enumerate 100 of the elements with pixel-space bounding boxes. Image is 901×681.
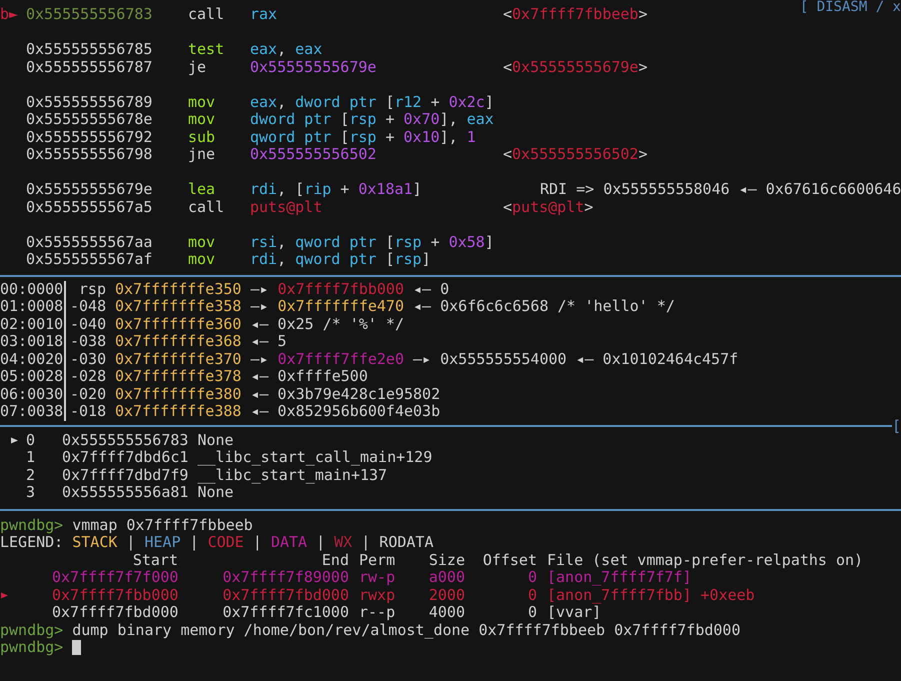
legend-text: DATA [270,534,308,552]
command-text: dump binary memory /home/bon/rev/almost_done 0x7ffff7fbbeeb 0x7ffff7fbd000 [72,622,740,639]
stack-value: 0x7fffffffe360 [115,316,242,333]
stack-value: 0x7ffff7ffe2e0 [278,350,404,368]
annotation-text: > [638,146,648,164]
operand-text: rsi [250,234,278,251]
map-size: 2000 [428,586,465,604]
stack-offset: 03:0018 [0,333,64,350]
stack-value: 0x7fffffffe358 [115,298,242,316]
instruction-address: 0x5555555567af [26,251,154,268]
operand-text: , [277,94,288,111]
column-header: Start [132,552,178,569]
annotation-text: puts@plt [512,198,584,216]
operand-text: 0x58 [448,234,485,251]
frame-index: 0 [26,432,36,449]
map-perm: r--p [358,604,396,622]
annotation-text: 0x7ffff7fbbeeb [512,6,638,24]
operand-text: [ [339,128,350,146]
frame-offset: -038 [70,333,106,350]
prompt: pwndbg> [0,639,64,656]
stack-value: —▸ 0x555555554000 ◂— 0x10102464c457f [412,350,738,368]
operand-text: 1 [466,128,476,146]
frame-offset: rsp [78,280,106,298]
annotation-text: 0x55555555679e [512,58,638,76]
frame-address: 0x555555556a81 [62,484,188,502]
operand-text: 0x2c [448,94,485,111]
operand-text: [ [384,251,394,268]
frame-index: 2 [26,466,36,484]
operand-text: , [277,234,288,251]
frame-address: 0x555555556783 [62,432,188,449]
map-offset: 0 [526,586,537,604]
operand-text: , [277,251,288,268]
legend-text: | [125,534,136,552]
column-header: File (set vmmap-prefer-relpaths on) [546,552,864,569]
mnemonic: je [188,58,208,76]
frame-offset: -028 [70,368,106,386]
stack-value: ◂— 0x25 /* '%' */ [249,316,404,333]
prompt: pwndbg> [0,622,64,639]
legend-text: | RODATA [360,534,434,552]
frame-offset: -048 [70,298,106,316]
map-file: [anon_7ffff7f7f] [546,569,692,586]
map-start: 0x7ffff7fbd000 [52,604,178,622]
frame-offset: -020 [70,386,106,403]
instruction-address: 0x555555556789 [26,94,154,111]
mnemonic: mov [188,251,216,268]
stack-offset: 04:0020 [0,350,64,368]
annotation-text: RDI => 0x555555558046 ◂— 0x67616c6600646 [540,181,901,198]
map-end: 0x7ffff7fc1000 [222,604,349,622]
operand-text: 0x555555556502 [250,146,376,164]
legend-text: | [315,534,326,552]
operand-text: rsp [349,111,376,128]
map-size: a000 [428,569,465,586]
frame-symbol: __libc_start_call_main+129 [197,449,432,466]
separator-bracket: [ [892,420,901,430]
instruction-address: 0x5555555567aa [26,234,154,251]
stack-value: 0x7fffffffe350 [115,280,242,298]
operand-text: qword ptr [295,251,376,268]
mnemonic: test [188,41,226,58]
operand-text: , [277,41,288,58]
operand-text: 0x55555555679e [250,58,376,76]
stack-value: 0x7fffffffe370 [115,350,242,368]
operand-text: rip [304,181,332,198]
annotation-text: < [503,6,512,24]
operand-text: [ [384,94,394,111]
stack-value: ◂— 0x3b79e428c1e95802 [249,386,440,403]
map-start: 0x7ffff7f7f000 [52,569,178,586]
text-cursor [72,640,82,656]
instruction-address: 0x555555556783 [26,6,154,24]
operand-text: ] [484,94,494,111]
operand-text: puts@plt [250,198,322,216]
operand-text: ], [440,128,459,146]
stack-value: 0x7fffffffe368 [115,333,242,350]
annotation-text: > [638,58,648,76]
frame-offset: -030 [70,350,106,368]
operand-text: ] [484,234,494,251]
operand-text: rdi [250,181,278,198]
instruction-address: 0x55555555678e [26,111,154,128]
operand-text: ], [440,111,459,128]
map-size: 4000 [428,604,465,622]
stack-value: ◂— 5 [249,333,287,350]
operand-text: rax [250,6,278,24]
mnemonic: sub [188,128,216,146]
frame-address: 0x7ffff7dbd7f9 [62,466,188,484]
operand-text: ] [422,251,431,268]
operand-text: + [384,111,396,128]
stack-value: 0x7fffffffe388 [115,403,242,420]
legend-text: | [252,534,263,552]
mnemonic: mov [188,234,216,251]
operand-text: dword ptr [250,111,332,128]
annotation-text: > [584,198,594,216]
operand-text: eax [250,94,278,111]
instruction-address: 0x555555556798 [26,146,154,164]
annotation-text: < [503,146,512,164]
operand-text: 0x10 [404,128,440,146]
legend-text: STACK [72,534,118,552]
frame-symbol: __libc_start_main+137 [197,466,388,484]
map-file: [anon_7ffff7fbb] +0xeeb [546,586,755,604]
instruction-address: 0x5555555567a5 [26,198,154,216]
stack-value: 0x7fffffffe378 [115,368,242,386]
operand-text: rsp [394,234,422,251]
